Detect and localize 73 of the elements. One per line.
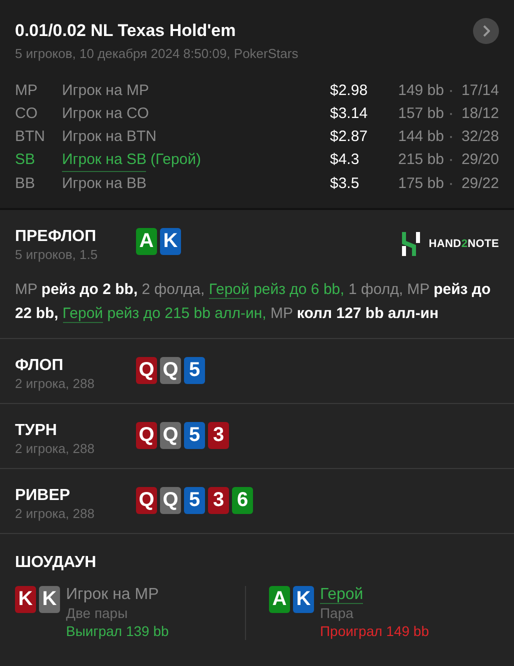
player-name: Игрок на CO xyxy=(62,104,149,124)
playing-card: A xyxy=(268,586,290,613)
playing-card: Q xyxy=(160,487,181,514)
street-info: 2 игрока, 288 xyxy=(15,376,96,391)
separator-dot-icon xyxy=(450,90,452,92)
street-name: РИВЕР xyxy=(15,487,72,505)
vpip-pfr-stat: 29/20 xyxy=(460,150,499,170)
position-label: BTN xyxy=(15,127,46,147)
playing-card: 5 xyxy=(184,422,205,449)
stack-amount: $4.3 xyxy=(330,150,360,170)
separator-dot-icon xyxy=(450,136,452,138)
player-name: Игрок на BTN xyxy=(62,127,156,147)
playing-card: 5 xyxy=(184,487,205,514)
stack-bb: 175 bb xyxy=(397,174,444,194)
playing-card: K xyxy=(39,586,60,613)
position-label: BB xyxy=(15,174,36,194)
playing-card: Q xyxy=(136,422,157,449)
position-label: MP xyxy=(15,81,38,101)
stack-bb: 215 bb xyxy=(397,150,444,170)
playing-card: K xyxy=(160,228,181,255)
stack-amount: $2.87 xyxy=(330,127,369,147)
hero-link[interactable]: Герой xyxy=(62,305,104,323)
hand-result: Выиграл 139 bb xyxy=(66,622,169,640)
vpip-pfr-stat: 32/28 xyxy=(460,127,499,147)
street-name: ФЛОП xyxy=(15,357,64,375)
playing-card: 6 xyxy=(232,487,253,514)
hero-link[interactable]: Герой xyxy=(208,281,250,299)
next-button[interactable] xyxy=(473,18,499,44)
logo-icon xyxy=(400,232,422,256)
vpip-pfr-stat: 17/14 xyxy=(460,81,499,101)
logo-text: HAND2NOTE xyxy=(428,238,499,250)
stack-bb: 149 bb xyxy=(397,81,444,101)
street-name: ПРЕФЛОП xyxy=(15,228,98,246)
player-name[interactable]: Игрок на SB xyxy=(62,148,146,172)
street-name: ТУРН xyxy=(15,422,58,440)
playing-card: Q xyxy=(160,422,181,449)
player-name: Игрок на MP xyxy=(62,81,149,101)
playing-card: K xyxy=(15,586,36,613)
playing-card: 5 xyxy=(184,357,205,384)
stack-amount: $3.14 xyxy=(330,104,369,124)
position-label: CO xyxy=(15,104,38,124)
street-info: 2 игрока, 288 xyxy=(15,441,96,456)
hand-subtitle: 5 игроков, 10 декабря 2024 8:50:09, PokerStars xyxy=(15,46,300,61)
stack-amount: $3.5 xyxy=(330,174,360,194)
playing-card: A xyxy=(136,228,157,255)
hand-combination: Пара xyxy=(320,604,354,622)
playing-card: 3 xyxy=(208,487,229,514)
chevron-right-icon xyxy=(482,25,490,37)
vpip-pfr-stat: 29/22 xyxy=(460,174,499,194)
position-label: SB xyxy=(15,150,36,170)
playing-card: 3 xyxy=(208,422,229,449)
separator-dot-icon xyxy=(450,182,452,184)
hand-title: 0.01/0.02 NL Texas Hold'em xyxy=(15,21,236,41)
hand-result: Проиграл 149 bb xyxy=(320,622,429,640)
separator-dot-icon xyxy=(450,159,452,161)
player-name: Игрок на BB xyxy=(62,174,146,194)
hero-tag: (Герой) xyxy=(150,148,201,172)
vpip-pfr-stat: 18/12 xyxy=(460,104,499,124)
player-name[interactable]: Герой xyxy=(320,586,364,604)
street-info: 2 игрока, 288 xyxy=(15,506,96,521)
action-log: MP рейз до 2 bb, 2 фолда, Герой рейз до 6 bb, 1 фолд, MP рейз до 22 bb, Герой рейз до 215 bb алл-ин, MP колл 127 bb алл-ин xyxy=(15,280,492,325)
hand-combination: Две пары xyxy=(66,604,129,622)
street-info: 5 игроков, 1.5 xyxy=(15,247,99,262)
separator-dot-icon xyxy=(450,112,452,114)
stack-bb: 157 bb xyxy=(397,104,444,124)
player-name: Игрок на MP xyxy=(66,586,159,603)
playing-card: K xyxy=(292,586,314,613)
playing-card: Q xyxy=(160,357,181,384)
playing-card: Q xyxy=(136,487,157,514)
showdown-title: ШОУДАУН xyxy=(15,554,98,572)
stack-bb: 144 bb xyxy=(397,127,444,147)
stack-amount: $2.98 xyxy=(330,81,369,101)
playing-card: Q xyxy=(136,357,157,384)
